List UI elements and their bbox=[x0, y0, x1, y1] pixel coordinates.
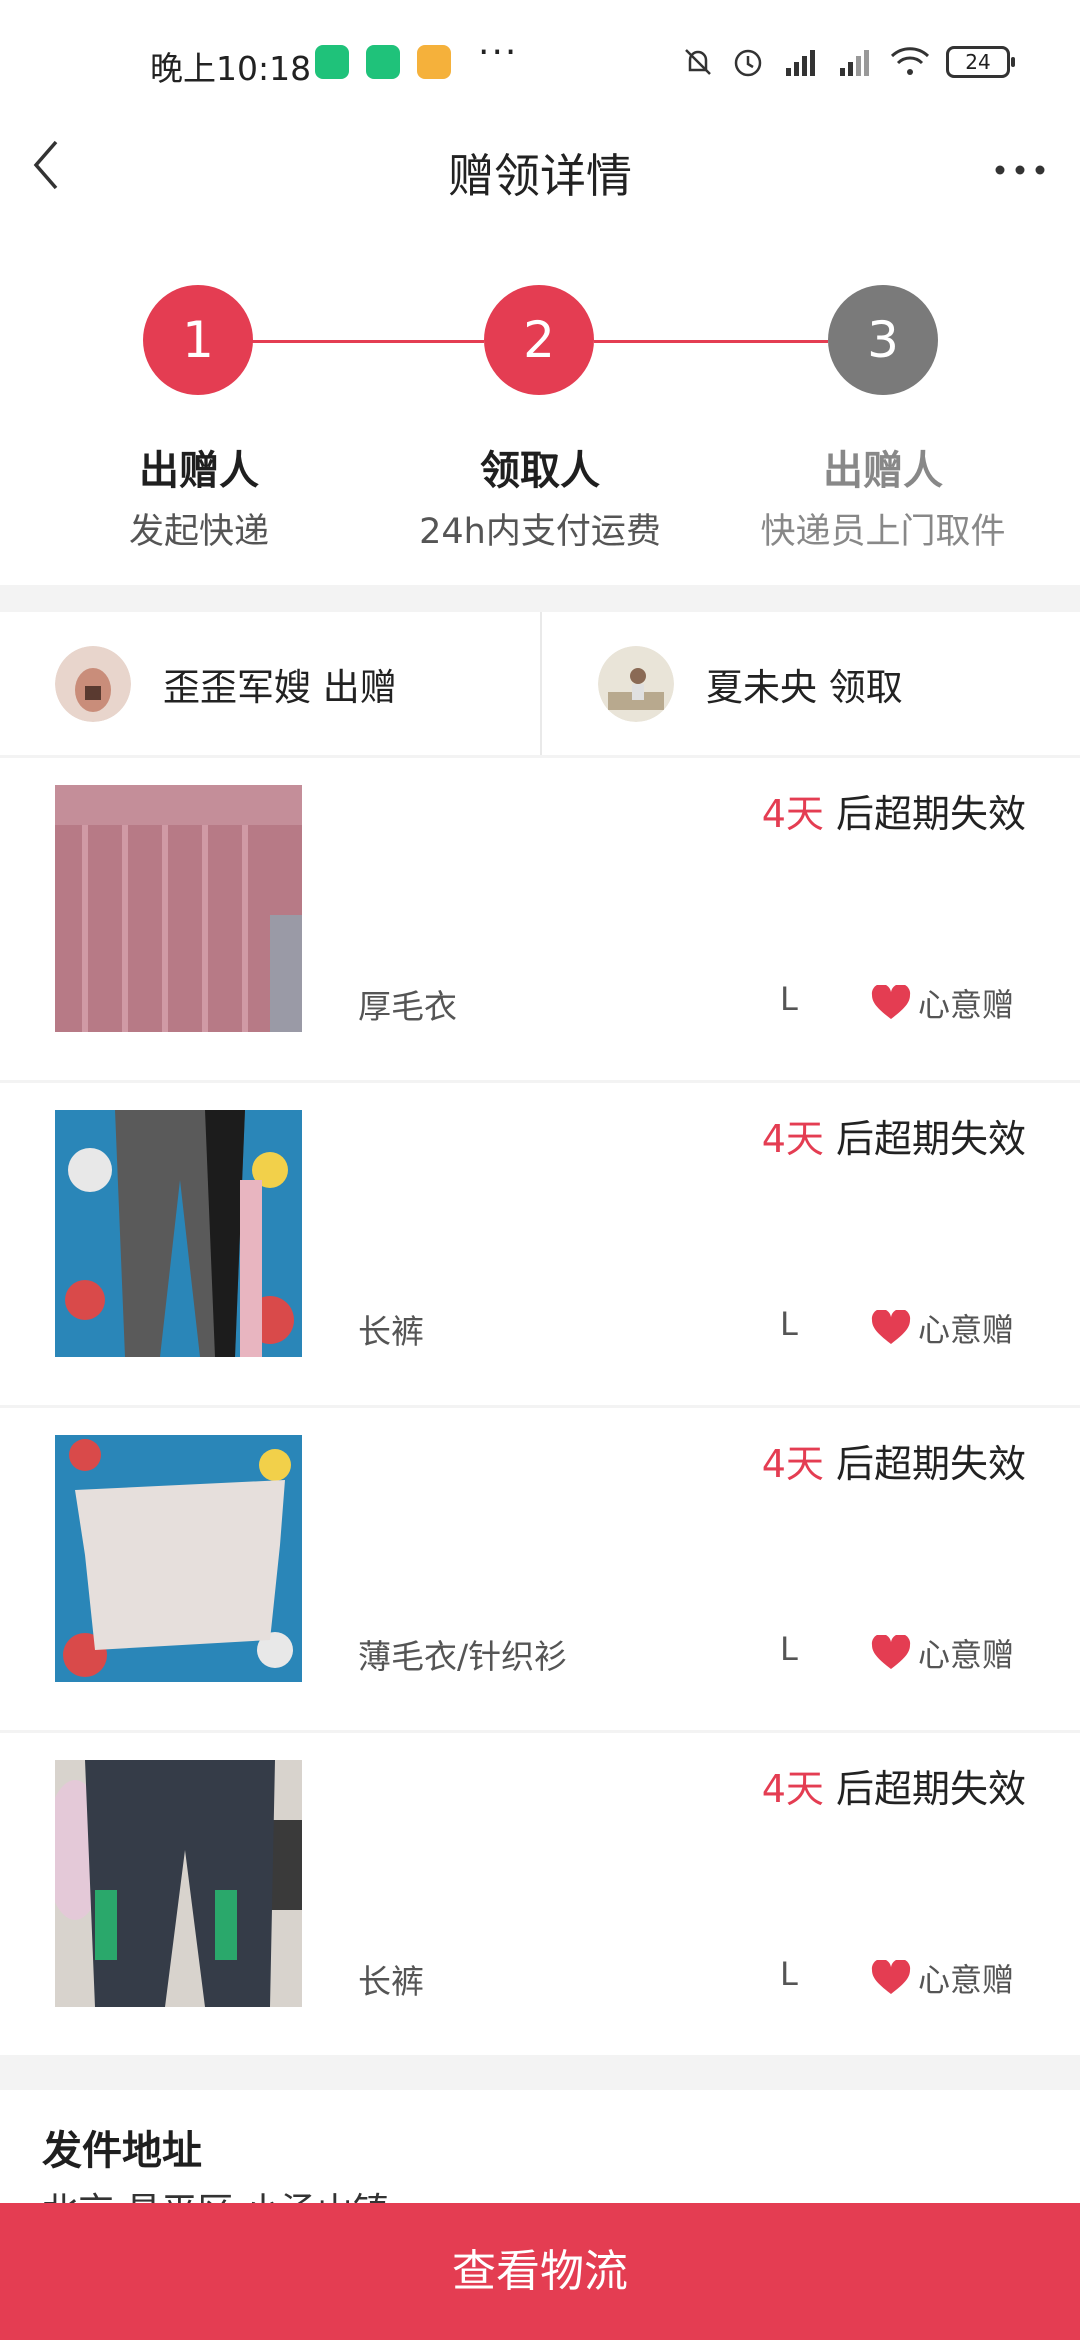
item-tag: 心意赠 bbox=[870, 1305, 1014, 1351]
item-tag-label: 心意赠 bbox=[918, 986, 1015, 1024]
expiry-days: 4天 bbox=[761, 792, 824, 836]
step-2-circle: 2 bbox=[484, 285, 594, 395]
status-time: 晚上10:18 bbox=[150, 49, 312, 88]
receiver-name: 夏未央 领取 bbox=[706, 665, 903, 709]
expiry-suffix: 后超期失效 bbox=[823, 792, 1026, 836]
heart-icon bbox=[871, 985, 911, 1019]
item-tag-label: 心意赠 bbox=[918, 1961, 1015, 1999]
item-name: 长裤 bbox=[358, 1962, 424, 2001]
giver-name: 歪歪军嫂 出赠 bbox=[163, 665, 397, 709]
status-right: 24 bbox=[680, 44, 1015, 80]
heart-icon bbox=[871, 1310, 911, 1344]
expiry-text: 4天 后超期失效 bbox=[762, 783, 1026, 838]
item-name: 薄毛衣/针织衫 bbox=[358, 1637, 568, 1676]
expiry-days: 4天 bbox=[761, 1767, 824, 1811]
item-size: L bbox=[780, 1955, 798, 1993]
more-button[interactable] bbox=[990, 150, 1050, 190]
view-logistics-button[interactable]: 查看物流 bbox=[0, 2203, 1080, 2340]
heart-icon bbox=[871, 1635, 911, 1669]
item-tag: 心意赠 bbox=[870, 980, 1014, 1026]
step-1-circle: 1 bbox=[143, 285, 253, 395]
battery-icon: 24 bbox=[946, 46, 1015, 78]
item-photo bbox=[55, 1110, 302, 1357]
mute-icon bbox=[685, 49, 711, 75]
step-1-subtitle: 发起快递 bbox=[128, 512, 269, 552]
progress-steps: 1 2 3 出赠人 发起快递 领取人 24h内支付运费 出赠人 快递员上门取件 bbox=[0, 260, 1080, 585]
security-app-icon bbox=[315, 45, 349, 79]
receiver-cell[interactable]: 夏未央 领取 bbox=[598, 612, 903, 755]
item-photo bbox=[55, 1435, 302, 1682]
item-photo bbox=[55, 785, 302, 1032]
more-dots-icon bbox=[995, 165, 1045, 175]
gift-item[interactable]: 4天 后超期失效 厚毛衣 L 心意赠 bbox=[0, 758, 1080, 1080]
heart-icon bbox=[871, 1960, 911, 1994]
item-size: L bbox=[780, 980, 798, 1018]
gift-item[interactable]: 4天 后超期失效 长裤 L 心意赠 bbox=[0, 1083, 1080, 1405]
step-2-title: 领取人 bbox=[480, 448, 600, 494]
expiry-suffix: 后超期失效 bbox=[823, 1767, 1026, 1811]
giver-cell[interactable]: 歪歪军嫂 出赠 bbox=[55, 612, 397, 755]
expiry-text: 4天 后超期失效 bbox=[762, 1108, 1026, 1163]
expiry-days: 4天 bbox=[761, 1117, 824, 1161]
page-title: 赠领详情 bbox=[448, 149, 632, 203]
message-app-icon bbox=[417, 45, 451, 79]
item-tag: 心意赠 bbox=[870, 1955, 1014, 2001]
expiry-text: 4天 后超期失效 bbox=[762, 1758, 1026, 1813]
step-3-subtitle: 快递员上门取件 bbox=[760, 512, 1006, 552]
giver-avatar bbox=[55, 645, 131, 722]
participants-row: 歪歪军嫂 出赠 夏未央 领取 bbox=[0, 612, 1080, 755]
step-1-title: 出赠人 bbox=[139, 448, 259, 494]
gift-item[interactable]: 4天 后超期失效 长裤 L 心意赠 bbox=[0, 1733, 1080, 2055]
item-size: L bbox=[780, 1305, 798, 1343]
item-tag-label: 心意赠 bbox=[918, 1311, 1015, 1349]
wifi-icon bbox=[890, 47, 930, 75]
expiry-text: 4天 后超期失效 bbox=[762, 1433, 1026, 1488]
item-name: 厚毛衣 bbox=[358, 987, 457, 1026]
more-notifications-icon: ··· bbox=[478, 32, 519, 73]
item-name: 长裤 bbox=[358, 1312, 424, 1351]
item-tag: 心意赠 bbox=[870, 1630, 1014, 1676]
signal-hd-icon bbox=[786, 50, 815, 76]
step-connector-2 bbox=[594, 340, 828, 343]
expiry-suffix: 后超期失效 bbox=[823, 1117, 1026, 1161]
expiry-days: 4天 bbox=[761, 1442, 824, 1486]
alarm-icon bbox=[734, 49, 762, 77]
item-size: L bbox=[780, 1630, 798, 1668]
status-bar: 晚上10:18 ··· 24 bbox=[0, 0, 1080, 130]
gift-item[interactable]: 4天 后超期失效 薄毛衣/针织衫 L 心意赠 bbox=[0, 1408, 1080, 1730]
signal-hd-icon-2 bbox=[840, 50, 869, 76]
step-2-subtitle: 24h内支付运费 bbox=[419, 512, 661, 552]
step-3-title: 出赠人 bbox=[823, 448, 943, 494]
address-title: 发件地址 bbox=[42, 2128, 202, 2174]
item-tag-label: 心意赠 bbox=[918, 1636, 1015, 1674]
receiver-avatar bbox=[598, 645, 674, 722]
step-connector-1 bbox=[252, 340, 484, 343]
divider bbox=[540, 612, 542, 755]
step-3-circle: 3 bbox=[828, 285, 938, 395]
item-photo bbox=[55, 1760, 302, 2007]
expiry-suffix: 后超期失效 bbox=[823, 1442, 1026, 1486]
security-app-icon-2 bbox=[366, 45, 400, 79]
